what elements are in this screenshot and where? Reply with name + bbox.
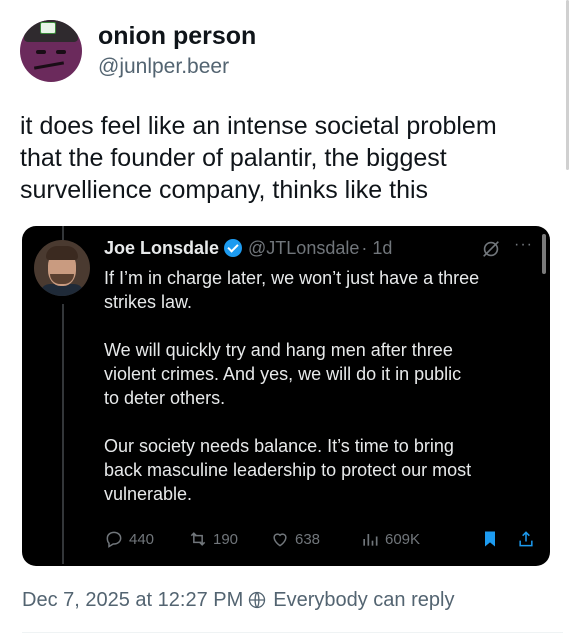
post-timestamp[interactable]: Dec 7, 2025 at 12:27 PM	[22, 586, 243, 614]
avatar-hair	[46, 246, 78, 260]
quoted-avatar[interactable]	[34, 240, 90, 296]
quoted-handle[interactable]: @JTLonsdale	[248, 236, 359, 260]
author-display-name[interactable]: onion person	[98, 21, 256, 51]
quoted-post[interactable]: Joe Lonsdale @JTLonsdale · 1d ··· If I’m…	[22, 226, 550, 566]
post-text: it does feel like an intense societal pr…	[20, 112, 497, 204]
views-icon	[363, 534, 378, 546]
quoted-text: If I’m in charge later, we won’t just ha…	[104, 268, 480, 504]
post-header: onion person @junlper.beer	[20, 20, 256, 82]
post-meta: Dec 7, 2025 at 12:27 PM Everybody can re…	[22, 586, 454, 614]
repost-icon	[190, 532, 206, 546]
avatar-mouth	[33, 61, 65, 70]
avatar[interactable]	[20, 20, 82, 82]
avatar-badge-icon	[40, 22, 56, 34]
quoted-timestamp[interactable]: · 1d	[361, 236, 392, 260]
verified-badge-icon	[224, 239, 243, 257]
repost-count: 190	[213, 530, 239, 548]
quoted-scrollbar[interactable]	[542, 234, 546, 274]
views-count: 609K	[385, 530, 421, 548]
bookmark-icon	[485, 531, 495, 547]
thread-line	[62, 304, 64, 564]
reply-count: 440	[129, 530, 155, 548]
quoted-header: Joe Lonsdale @JTLonsdale · 1d	[104, 236, 392, 260]
quoted-display-name[interactable]: Joe Lonsdale	[104, 236, 219, 260]
more-options-icon[interactable]: ···	[514, 236, 533, 254]
heart-icon	[273, 533, 287, 547]
like-count: 638	[295, 530, 321, 548]
quoted-action-bar: 440 190 638 609K	[104, 529, 544, 553]
avatar-eye-right	[56, 50, 66, 54]
repost-button[interactable]: 190	[188, 529, 238, 549]
bookmark-button[interactable]	[480, 529, 505, 549]
reply-icon	[106, 531, 122, 548]
divider	[22, 632, 563, 633]
reply-button[interactable]: 440	[104, 529, 154, 549]
page-scrollbar[interactable]	[566, 0, 569, 170]
reply-audience-icon	[249, 591, 266, 609]
like-button[interactable]: 638	[270, 529, 320, 549]
reply-audience[interactable]: Everybody can reply	[273, 586, 454, 614]
author-names: onion person @junlper.beer	[98, 21, 256, 81]
grok-icon[interactable]	[480, 238, 502, 260]
author-handle[interactable]: @junlper.beer	[98, 53, 256, 81]
share-icon	[519, 531, 533, 547]
share-button[interactable]	[516, 529, 541, 549]
views-button[interactable]: 609K	[360, 529, 420, 549]
avatar-eye-left	[36, 50, 46, 54]
